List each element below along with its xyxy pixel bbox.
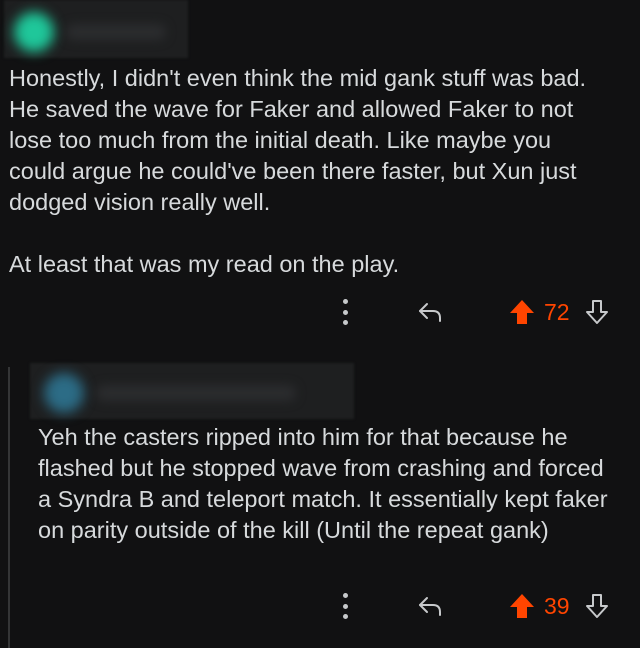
downvote-arrow-icon[interactable] <box>584 298 610 326</box>
comment-actions: 39 <box>342 590 610 622</box>
reply-arrow-icon[interactable] <box>416 592 444 620</box>
upvote-arrow-icon[interactable] <box>508 298 536 326</box>
comment: Honestly, I didn't even think the mid ga… <box>0 0 640 345</box>
thread-line[interactable] <box>8 367 10 648</box>
comment-reply: Yeh the casters ripped into him for that… <box>0 345 640 648</box>
vote-score: 39 <box>544 592 570 619</box>
reply-arrow-icon[interactable] <box>416 298 444 326</box>
username-redacted[interactable] <box>96 385 296 401</box>
more-vertical-icon[interactable] <box>342 593 348 619</box>
comment-paragraph: Honestly, I didn't even think the mid ga… <box>9 65 593 215</box>
vote-score: 72 <box>544 298 570 325</box>
comment-paragraph: At least that was my read on the play. <box>9 251 400 277</box>
comment-body: Yeh the casters ripped into him for that… <box>38 422 618 546</box>
comment-actions: 72 <box>342 296 610 328</box>
upvote-arrow-icon[interactable] <box>508 592 536 620</box>
downvote-arrow-icon[interactable] <box>584 592 610 620</box>
username-redacted[interactable] <box>66 24 166 40</box>
avatar[interactable] <box>14 12 54 52</box>
more-vertical-icon[interactable] <box>342 299 348 325</box>
comment-paragraph: Yeh the casters ripped into him for that… <box>38 424 615 543</box>
comment-body: Honestly, I didn't even think the mid ga… <box>9 63 609 280</box>
avatar[interactable] <box>44 373 84 413</box>
